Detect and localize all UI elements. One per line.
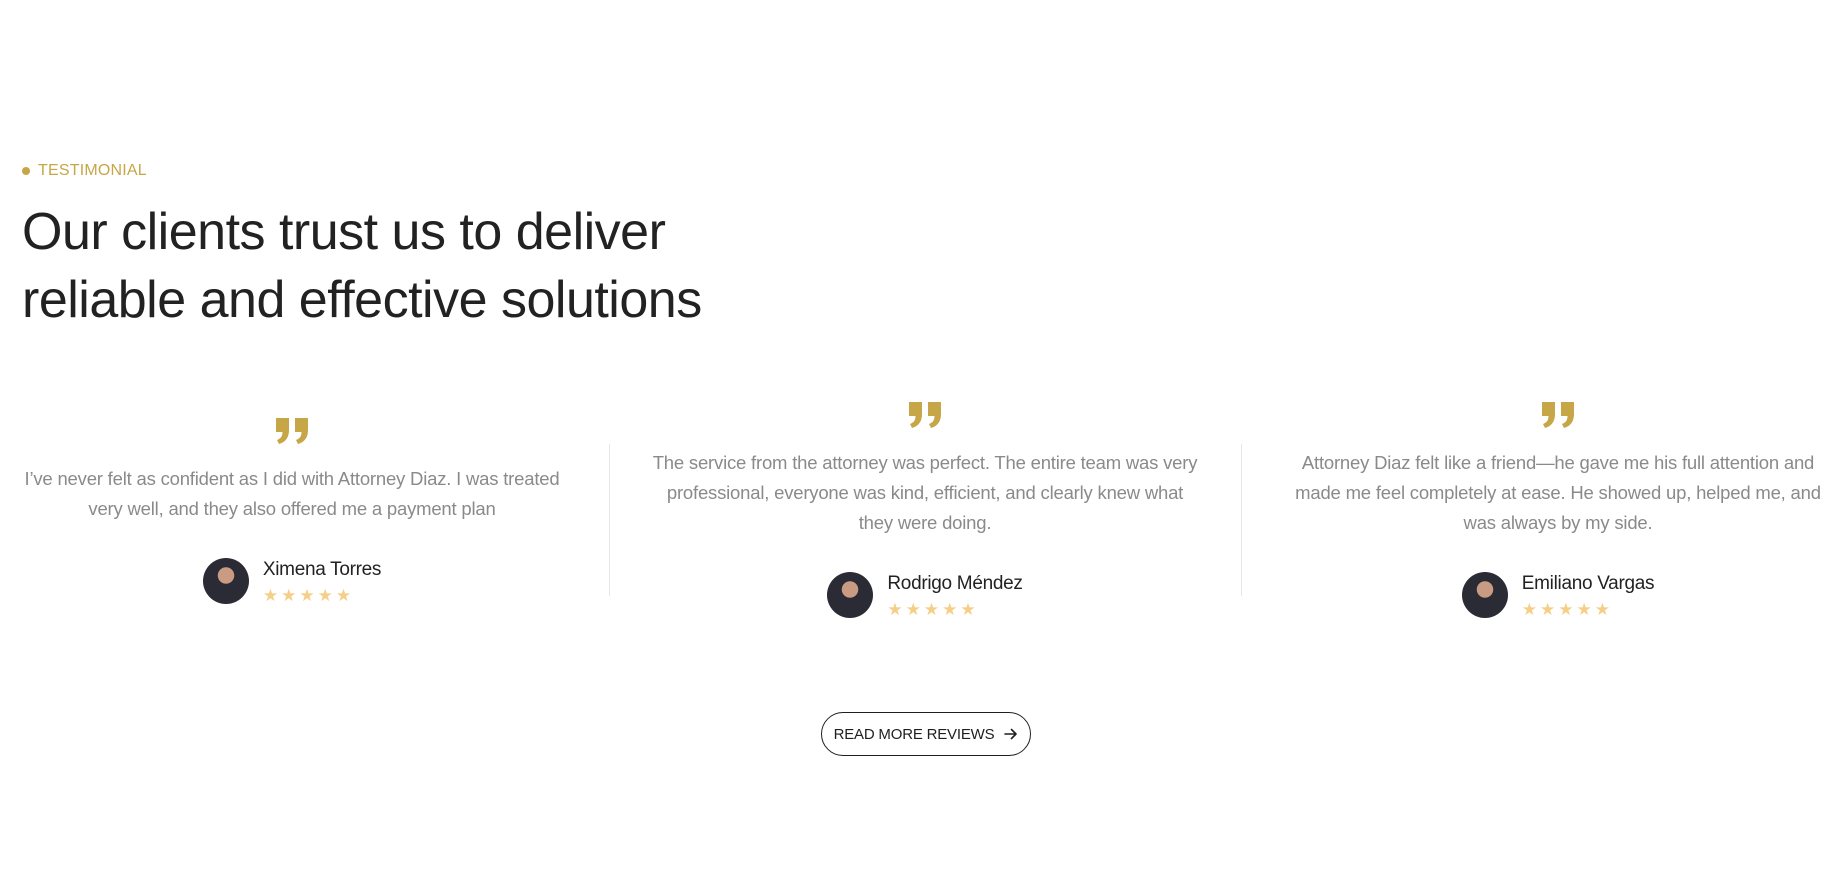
star-icon: ★: [1521, 600, 1538, 619]
star-icon: ★: [262, 586, 279, 605]
quote-icon: [1542, 402, 1574, 428]
heading-line-1: Our clients trust us to deliver: [22, 203, 666, 261]
avatar: [1461, 572, 1508, 618]
author-name: Rodrigo Méndez: [887, 573, 1023, 594]
testimonial-card: The service from the attorney was perfec…: [645, 400, 1205, 618]
star-icon: ★: [281, 586, 297, 605]
card-divider: [609, 444, 610, 596]
star-icon: ★: [1576, 600, 1592, 619]
read-more-reviews-button[interactable]: READ MORE REVIEWS: [821, 712, 1031, 756]
author-name: Ximena Torres: [262, 559, 382, 580]
star-icon: ★: [887, 600, 903, 619]
testimonial-quote: I’ve never felt as confident as I did wi…: [24, 468, 560, 519]
testimonial-card: Attorney Diaz felt like a friend—he gave…: [1278, 400, 1838, 618]
eyebrow-label: TESTIMONIAL: [38, 162, 147, 179]
section-eyebrow: TESTIMONIAL: [22, 162, 147, 180]
star-icon: ★: [1540, 600, 1556, 619]
star-icon: ★: [1594, 600, 1611, 619]
read-more-reviews-label: READ MORE REVIEWS: [833, 725, 995, 743]
section-heading: Our clients trust us to deliver reliable…: [22, 198, 782, 334]
heading-line-2: reliable and effective solutions: [22, 271, 702, 329]
testimonial-quote: Attorney Diaz felt like a friend—he gave…: [1295, 452, 1821, 533]
star-icon: ★: [942, 600, 958, 619]
testimonial-quote: The service from the attorney was perfec…: [652, 452, 1198, 533]
avatar: [202, 558, 249, 604]
star-icon: ★: [335, 586, 352, 605]
testimonial-list: I’ve never felt as confident as I did wi…: [0, 400, 1845, 660]
arrow-right-icon: [1004, 728, 1018, 740]
testimonial-section: TESTIMONIAL Our clients trust us to deli…: [0, 0, 1845, 888]
testimonial-author: Rodrigo Méndez ★ ★ ★ ★ ★: [645, 572, 1205, 618]
card-divider: [1241, 444, 1242, 596]
star-icon: ★: [1558, 600, 1574, 619]
eyebrow-dot-icon: [22, 167, 30, 175]
star-icon: ★: [317, 586, 333, 605]
star-rating: ★ ★ ★ ★ ★: [1522, 601, 1654, 618]
star-icon: ★: [923, 600, 940, 619]
quote-icon: [276, 418, 308, 444]
testimonial-author: Emiliano Vargas ★ ★ ★ ★ ★: [1278, 572, 1838, 618]
author-name: Emiliano Vargas: [1521, 573, 1655, 594]
star-icon: ★: [960, 600, 976, 619]
star-icon: ★: [905, 600, 921, 619]
quote-icon: [909, 402, 941, 428]
testimonial-card: I’ve never felt as confident as I did wi…: [12, 416, 572, 604]
avatar: [827, 572, 874, 618]
star-icon: ★: [299, 586, 315, 605]
star-rating: ★ ★ ★ ★ ★: [263, 587, 381, 604]
testimonial-author: Ximena Torres ★ ★ ★ ★ ★: [12, 558, 572, 604]
star-rating: ★ ★ ★ ★ ★: [887, 601, 1022, 618]
